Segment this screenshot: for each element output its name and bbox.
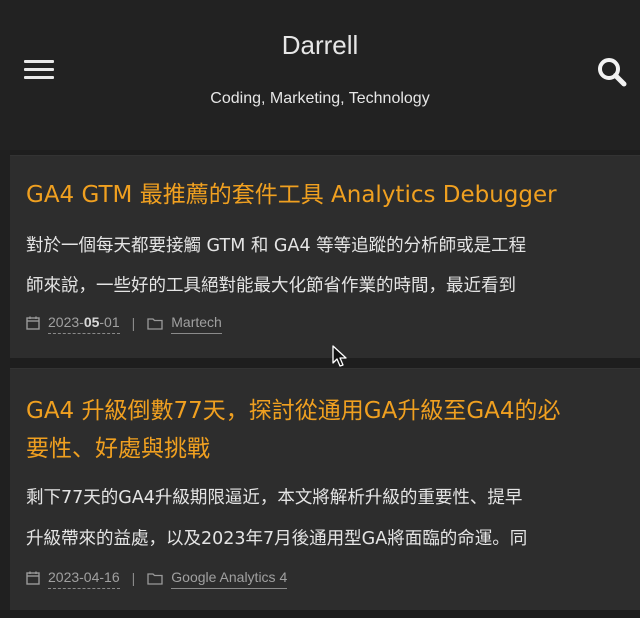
meta-separator: | <box>131 570 136 586</box>
folder-icon <box>147 317 163 330</box>
menu-button[interactable] <box>24 60 56 82</box>
folder-icon <box>147 572 163 585</box>
post-excerpt-line: 升級帶來的益處，以及2023年7月後通用型GA將面臨的命運。同 <box>26 529 528 549</box>
meta-separator: | <box>131 315 136 331</box>
search-button[interactable] <box>596 56 628 88</box>
calendar-icon <box>26 571 40 585</box>
site-title[interactable]: Darrell <box>0 30 640 61</box>
post-meta: 2023-05-01 | Martech <box>26 312 222 334</box>
post-excerpt-line: 剩下77天的GA4升級期限逼近，本文將解析升級的重要性、提早 <box>26 488 523 508</box>
post-title-line[interactable]: GA4 升級倒數77天，探討從通用GA升級至GA4的必 <box>26 392 626 430</box>
site-header: Darrell Coding, Marketing, Technology <box>0 0 640 150</box>
mouse-cursor-icon <box>332 345 347 367</box>
page: Darrell Coding, Marketing, Technology GA… <box>0 0 640 618</box>
post-category-link[interactable]: Martech <box>171 312 222 334</box>
search-icon <box>598 58 627 87</box>
post-date-link[interactable]: 2023-04-16 <box>48 567 120 589</box>
post-excerpt-line: 師來說，一些好的工具絕對能最大化節省作業的時間，最近看到 <box>26 276 516 296</box>
post-meta: 2023-04-16 | Google Analytics 4 <box>26 567 288 589</box>
post-category-link[interactable]: Google Analytics 4 <box>171 567 288 589</box>
post-excerpt-line: 對於一個每天都要接觸 GTM 和 GA4 等等追蹤的分析師或是工程 <box>26 236 527 256</box>
post-card: GA4 升級倒數77天，探討從通用GA升級至GA4的必 要性、好處與挑戰 剩下7… <box>10 368 640 610</box>
post-date-link[interactable]: 2023-05-01 <box>48 312 120 334</box>
calendar-icon <box>26 316 40 330</box>
post-card: GA4 GTM 最推薦的套件工具 Analytics Debugger 對於一個… <box>10 155 640 358</box>
post-title[interactable]: GA4 GTM 最推薦的套件工具 Analytics Debugger <box>26 176 626 214</box>
site-subtitle: Coding, Marketing, Technology <box>210 90 430 107</box>
post-title-line[interactable]: 要性、好處與挑戰 <box>26 430 626 468</box>
